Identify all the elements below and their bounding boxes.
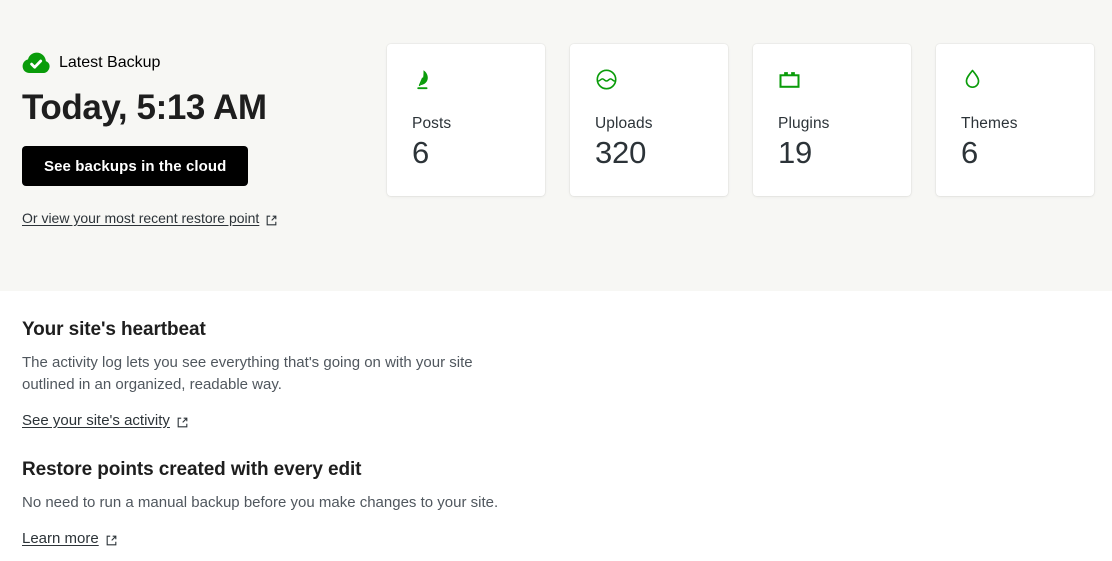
external-link-icon [266, 213, 277, 225]
stat-label: Themes [961, 115, 1018, 132]
see-site-activity-link[interactable]: See your site's activity [22, 412, 188, 429]
quill-pen-icon [412, 68, 545, 94]
cloud-check-icon [22, 52, 50, 74]
stat-card-posts[interactable]: Posts 6 [387, 44, 545, 196]
learn-more-link[interactable]: Learn more [22, 530, 117, 547]
hero-band: Latest Backup Today, 5:13 AM See backups… [0, 0, 1112, 291]
block-body: No need to run a manual backup before yo… [22, 494, 499, 511]
stat-label: Posts [412, 115, 452, 132]
backup-dashboard-page: Latest Backup Today, 5:13 AM See backups… [0, 0, 1112, 561]
media-image-icon [595, 68, 728, 94]
block-link-label: Learn more [22, 530, 99, 547]
stat-value: 6 [412, 135, 430, 170]
stat-label: Plugins [778, 115, 830, 132]
hero-left-column: Latest Backup Today, 5:13 AM See backups… [22, 50, 362, 228]
latest-backup-label: Latest Backup [59, 54, 161, 71]
external-link-icon [177, 415, 188, 428]
latest-backup-status: Latest Backup [22, 50, 362, 76]
stat-value: 6 [961, 135, 979, 170]
plugin-brick-icon [778, 68, 911, 94]
stat-card-plugins[interactable]: Plugins 19 [753, 44, 911, 196]
restore-link-label: Or view your most recent restore point [22, 210, 260, 226]
stat-card-uploads[interactable]: Uploads 320 [570, 44, 728, 196]
stat-cards-row: Posts 6 Uploads 320 Plugins 19 Themes 6 [387, 44, 1094, 196]
content-block-restore-points: Restore points created with every edit N… [22, 457, 642, 548]
block-heading: Restore points created with every edit [22, 459, 362, 480]
block-heading: Your site's heartbeat [22, 319, 206, 340]
stat-label: Uploads [595, 115, 653, 132]
see-backups-in-cloud-button[interactable]: See backups in the cloud [22, 146, 249, 186]
droplet-icon [961, 68, 1094, 94]
external-link-icon [106, 533, 117, 546]
stat-value: 19 [778, 135, 813, 170]
info-sections: Your site's heartbeat The activity log l… [22, 317, 642, 548]
stat-value: 320 [595, 135, 647, 170]
latest-backup-time: Today, 5:13 AM [22, 88, 267, 127]
content-block-heartbeat: Your site's heartbeat The activity log l… [22, 317, 642, 430]
stat-card-themes[interactable]: Themes 6 [936, 44, 1094, 196]
block-body: The activity log lets you see everything… [22, 354, 473, 393]
block-link-label: See your site's activity [22, 412, 170, 429]
view-recent-restore-point-link[interactable]: Or view your most recent restore point [22, 210, 277, 226]
